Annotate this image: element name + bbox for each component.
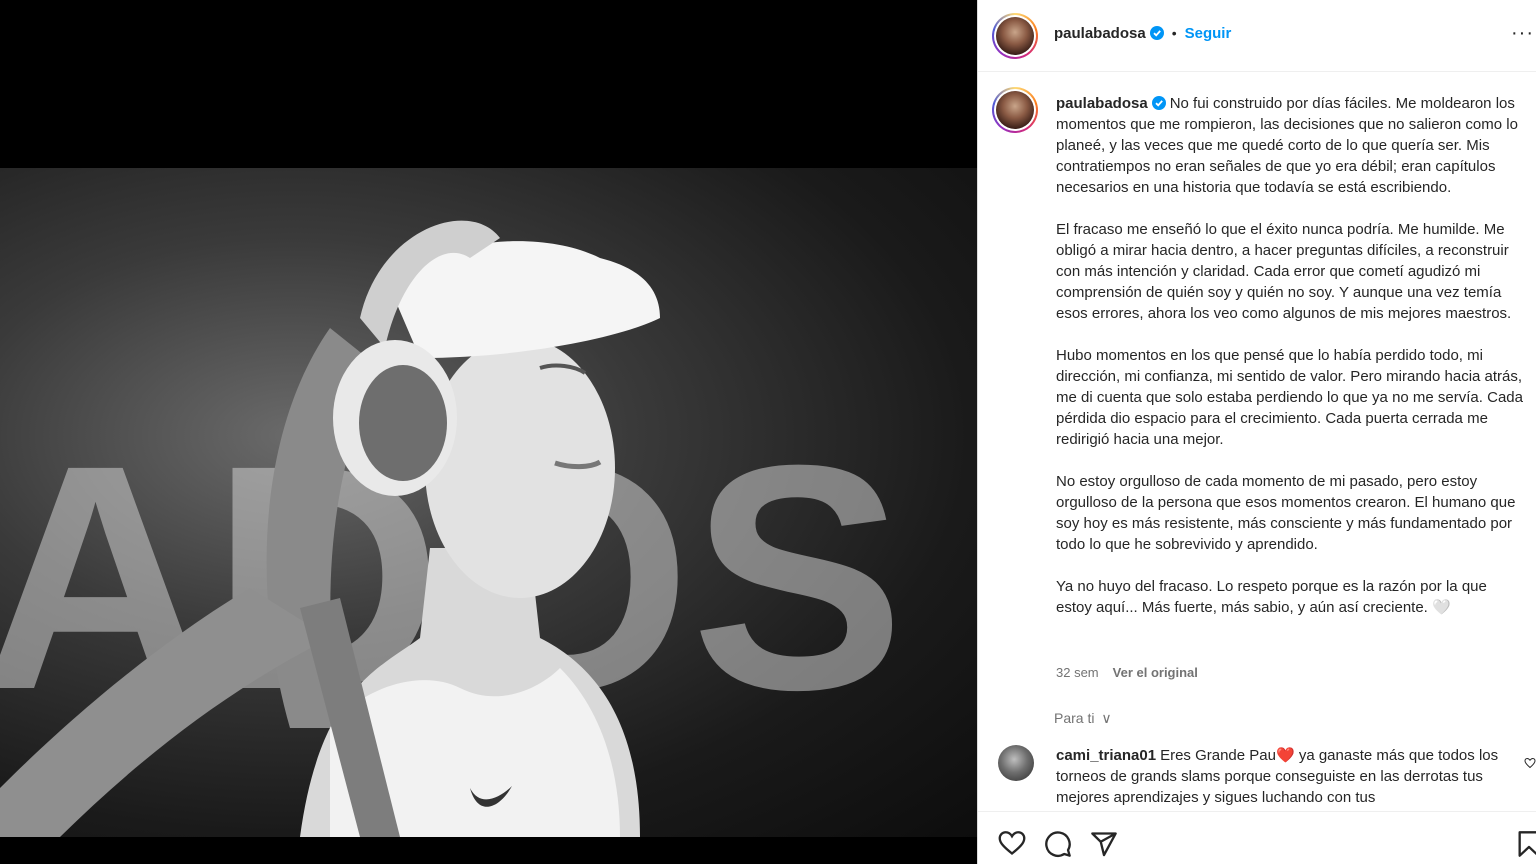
player-photo-illustration: ADOS (0, 220, 905, 837)
post-media: ADOS (0, 0, 977, 864)
caption-paragraph: No estoy orgulloso de cada momento de mi… (1056, 473, 1516, 553)
bookmark-icon[interactable] (1517, 830, 1536, 858)
header-separator: • (1171, 25, 1177, 41)
post-photo[interactable]: ADOS (0, 168, 977, 837)
author-avatar[interactable] (992, 13, 1038, 59)
comment-item: cami_triana01 Eres Grande Pau❤️ ya ganast… (1056, 745, 1516, 808)
more-options-icon[interactable]: ··· (1511, 22, 1534, 45)
caption-paragraph: Hubo momentos en los que pensé que lo ha… (1056, 347, 1523, 448)
comment-icon[interactable] (1044, 830, 1072, 858)
comments-filter-label: Para ti (1054, 710, 1095, 726)
author-info: paulabadosa • Seguir (1054, 25, 1231, 43)
comment-like-icon[interactable] (1524, 757, 1536, 769)
verified-badge-icon (1151, 96, 1166, 110)
post-action-bar (978, 811, 1536, 864)
verified-badge-icon (1149, 26, 1164, 40)
post-sidebar: paulabadosa • Seguir ··· paulabadosa No fui… (977, 0, 1536, 864)
post-caption: paulabadosa No fui construido por días fá… (1056, 93, 1526, 639)
comments-filter-dropdown[interactable]: Para ti ∨ (1054, 710, 1112, 727)
caption-username[interactable]: paulabadosa (1056, 95, 1148, 112)
see-original-link[interactable]: Ver el original (1113, 665, 1198, 680)
caption-paragraph: El fracaso me enseñó lo que el éxito nun… (1056, 221, 1512, 322)
comment-avatar[interactable] (998, 745, 1034, 781)
post-timestamp[interactable]: 32 sem (1056, 665, 1099, 680)
follow-button[interactable]: Seguir (1185, 25, 1232, 42)
post-header: paulabadosa • Seguir ··· (978, 0, 1536, 72)
heart-icon[interactable] (998, 830, 1026, 856)
caption-paragraph: paulabadosa No fui construido por días fá… (1056, 93, 1526, 198)
caption-avatar[interactable] (992, 87, 1038, 133)
caption-paragraph: Ya no huyo del fracaso. Lo respeto porqu… (1056, 578, 1487, 616)
caption-meta: 32 sem Ver el original (1056, 665, 1198, 680)
post-comments-area[interactable]: paulabadosa No fui construido por días fá… (978, 73, 1536, 811)
comment-username[interactable]: cami_triana01 (1056, 747, 1156, 764)
send-icon[interactable] (1090, 830, 1118, 858)
chevron-down-icon: ∨ (1101, 710, 1112, 726)
author-username[interactable]: paulabadosa (1054, 25, 1146, 42)
